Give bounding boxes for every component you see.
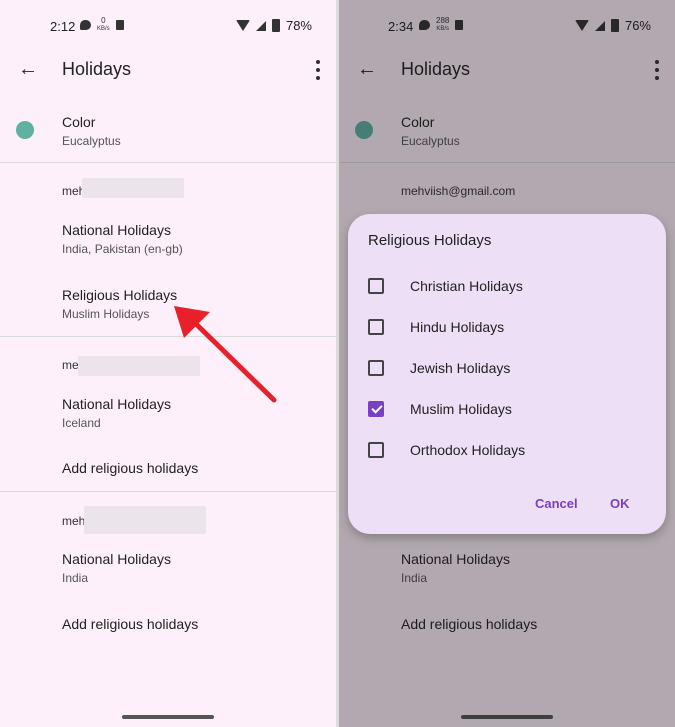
more-options-icon[interactable] bbox=[312, 60, 324, 80]
checkbox[interactable] bbox=[368, 360, 384, 376]
annotation-arrow-icon bbox=[174, 306, 277, 403]
divider bbox=[0, 336, 336, 337]
color-row[interactable]: Color Eucalyptus bbox=[62, 114, 121, 148]
network-speed: 0 KB/s bbox=[97, 16, 110, 33]
national-holidays-row[interactable]: National Holidays India, Pakistan (en-gb… bbox=[62, 222, 183, 256]
divider bbox=[0, 491, 336, 492]
battery-icon bbox=[271, 19, 280, 32]
battery-percent: 78% bbox=[285, 18, 312, 33]
page-title: Holidays bbox=[62, 59, 132, 79]
gesture-handle bbox=[122, 715, 214, 719]
checkbox[interactable] bbox=[368, 319, 384, 335]
message-icon bbox=[80, 20, 91, 30]
option-jewish[interactable]: Jewish Holidays bbox=[368, 357, 510, 379]
add-religious-holidays[interactable]: Add religious holidays bbox=[62, 616, 198, 632]
status-time: 2:12 bbox=[50, 19, 76, 34]
checkbox-checked[interactable] bbox=[368, 401, 384, 417]
divider bbox=[0, 162, 336, 163]
ok-button[interactable]: OK bbox=[610, 496, 630, 511]
checkbox[interactable] bbox=[368, 278, 384, 294]
back-arrow-icon[interactable]: ← bbox=[17, 58, 39, 80]
color-swatch bbox=[16, 121, 34, 139]
app-bar: ← Holidays bbox=[0, 52, 336, 88]
option-hindu[interactable]: Hindu Holidays bbox=[368, 316, 504, 338]
signal-icon bbox=[255, 20, 266, 31]
dialog-title: Religious Holidays bbox=[368, 232, 492, 249]
religious-holidays-row[interactable]: Religious Holidays Muslim Holidays bbox=[62, 287, 177, 321]
color-value: Eucalyptus bbox=[62, 134, 121, 148]
option-muslim[interactable]: Muslim Holidays bbox=[368, 398, 512, 420]
option-christian[interactable]: Christian Holidays bbox=[368, 275, 523, 297]
account-email: meh bbox=[62, 514, 86, 528]
national-holidays-row[interactable]: National Holidays India bbox=[62, 551, 171, 585]
status-bar: 2:12 0 KB/s 78% bbox=[0, 0, 336, 52]
redacted-email bbox=[82, 178, 184, 198]
national-holidays-row[interactable]: National Holidays Iceland bbox=[62, 396, 171, 430]
redacted-email bbox=[84, 506, 206, 534]
right-screen: 2:34 288 KB/s 76% ← Holidays Color Eucal… bbox=[339, 0, 675, 727]
add-religious-holidays[interactable]: Add religious holidays bbox=[62, 460, 198, 476]
app-notification-icon bbox=[115, 20, 124, 30]
religious-holidays-dialog: Religious Holidays Christian Holidays Hi… bbox=[348, 214, 666, 534]
wifi-icon bbox=[235, 20, 250, 31]
left-screen: 2:12 0 KB/s 78% ← Holidays Color Eucalyp… bbox=[0, 0, 336, 727]
account-email: me bbox=[62, 358, 79, 372]
cancel-button[interactable]: Cancel bbox=[535, 496, 578, 511]
option-orthodox[interactable]: Orthodox Holidays bbox=[368, 439, 525, 461]
color-label: Color bbox=[62, 114, 96, 130]
checkbox[interactable] bbox=[368, 442, 384, 458]
